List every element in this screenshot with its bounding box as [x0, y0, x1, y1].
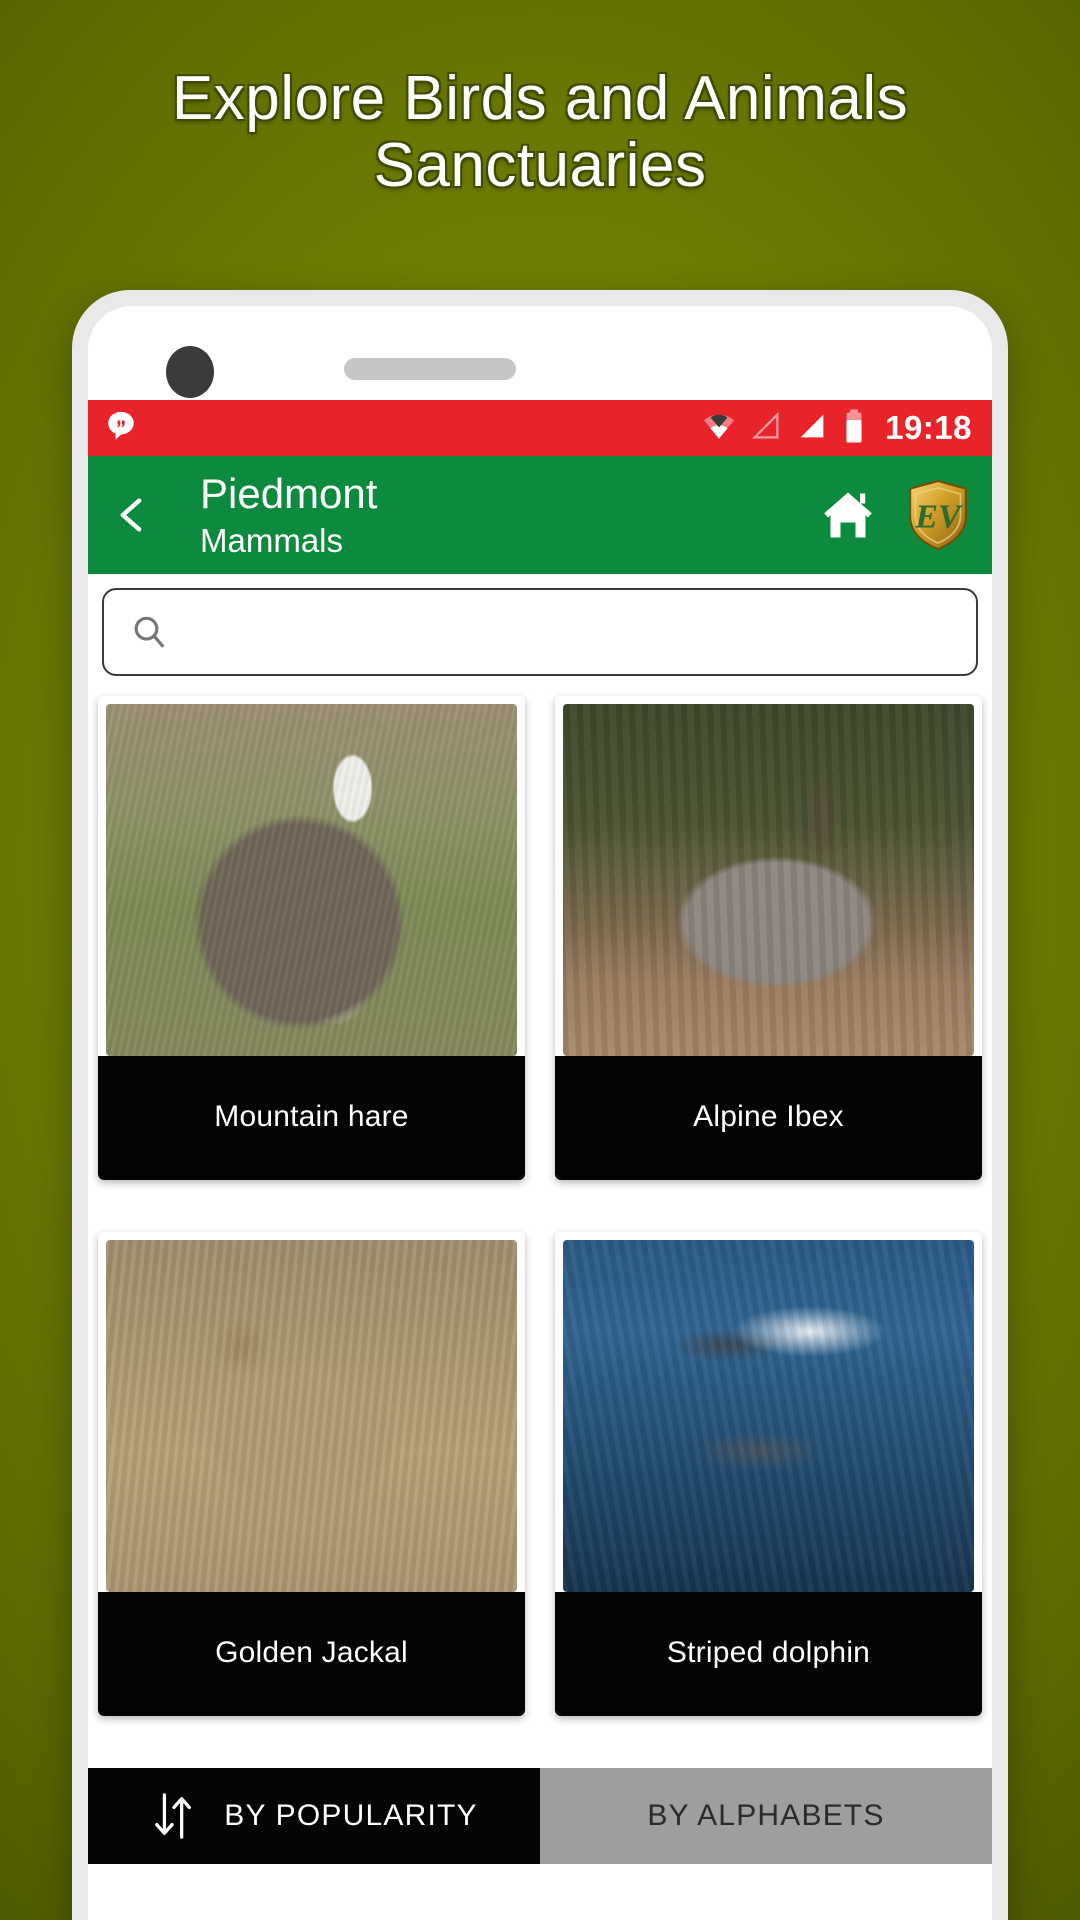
ev-logo-text: EV [914, 498, 964, 535]
animal-card[interactable]: Mountain hare [98, 696, 525, 1180]
sort-tab-by-popularity[interactable]: BY POPULARITY [88, 1768, 540, 1864]
status-bar: 19:18 [88, 400, 992, 456]
promo-headline-line-2: Sanctuaries [373, 130, 707, 200]
ev-shield-logo[interactable]: EV [906, 479, 970, 551]
app-bar-actions: EV [814, 479, 970, 551]
animal-grid: Mountain hare Alpine Ibex Golden Jackal … [88, 686, 992, 1716]
app-bar: Piedmont Mammals EV [88, 456, 992, 574]
animal-photo-alpine-ibex [563, 704, 974, 1056]
animal-card[interactable]: Alpine Ibex [555, 696, 982, 1180]
status-bar-notifications [104, 409, 138, 448]
animal-card-label: Golden Jackal [98, 1592, 525, 1716]
animal-card[interactable]: Golden Jackal [98, 1232, 525, 1716]
animal-card-label: Alpine Ibex [555, 1056, 982, 1180]
hangouts-icon [104, 409, 138, 448]
animal-photo-frame [98, 696, 525, 1056]
sort-tab-by-alphabets[interactable]: BY ALPHABETS [540, 1768, 992, 1864]
animal-card-label: Mountain hare [98, 1056, 525, 1180]
status-bar-indicators: 19:18 [701, 408, 972, 449]
sort-tab-label: BY ALPHABETS [647, 1799, 885, 1832]
animal-photo-frame [98, 1232, 525, 1592]
search-input[interactable] [102, 588, 978, 676]
sort-bar: BY POPULARITY BY ALPHABETS [88, 1768, 992, 1864]
animal-photo-golden-jackal [106, 1240, 517, 1592]
back-arrow-icon[interactable] [112, 484, 174, 546]
grid-row: Mountain hare Alpine Ibex [98, 696, 982, 1180]
search-icon [128, 611, 170, 653]
status-bar-clock: 19:18 [885, 409, 972, 446]
signal-full-icon [795, 409, 829, 448]
animal-photo-frame [555, 696, 982, 1056]
animal-card[interactable]: Striped dolphin [555, 1232, 982, 1716]
promo-screenshot: Explore Birds and Animals Sanctuaries 19… [0, 0, 1080, 1920]
sort-tab-label: BY POPULARITY [224, 1799, 478, 1832]
app-bar-titles: Piedmont Mammals [200, 470, 377, 561]
signal-empty-icon [749, 409, 783, 448]
home-icon[interactable] [814, 484, 882, 546]
front-camera-icon [166, 346, 214, 398]
animal-card-label: Striped dolphin [555, 1592, 982, 1716]
battery-icon [841, 408, 867, 449]
phone-screen: 19:18 Piedmont Mammals EV Mountain hare … [88, 306, 992, 1920]
page-subtitle: Mammals [200, 521, 344, 559]
earpiece-speaker [344, 358, 516, 380]
search-section [88, 574, 992, 686]
phone-mockup: 19:18 Piedmont Mammals EV Mountain hare … [72, 290, 1008, 1920]
grid-row: Golden Jackal Striped dolphin [98, 1232, 982, 1716]
wifi-icon [701, 409, 737, 448]
animal-photo-striped-dolphin [563, 1240, 974, 1592]
sort-arrows-icon [150, 1788, 198, 1844]
animal-photo-frame [555, 1232, 982, 1592]
promo-headline: Explore Birds and Animals Sanctuaries [0, 64, 1080, 200]
animal-photo-mountain-hare [106, 704, 517, 1056]
promo-headline-line-1: Explore Birds and Animals [171, 64, 909, 133]
phone-bezel-top [88, 306, 992, 400]
page-title: Piedmont [200, 469, 378, 517]
